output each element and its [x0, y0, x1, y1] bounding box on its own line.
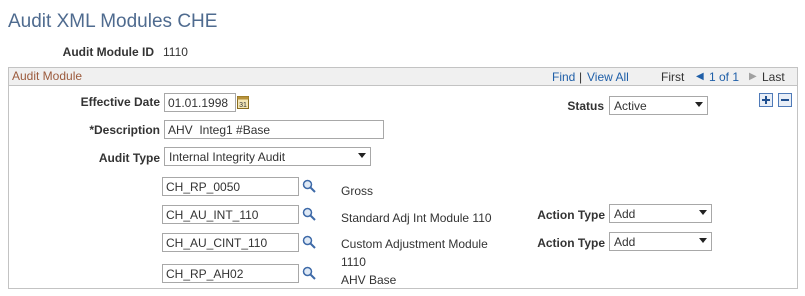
search-icon[interactable]	[302, 179, 316, 193]
audit-type-select[interactable]: Internal Integrity Audit	[164, 147, 371, 166]
action-type-select-2[interactable]: Add	[609, 204, 712, 223]
next-arrow-icon[interactable]: ▶	[749, 71, 757, 82]
module-description-3-line2: 1110	[341, 255, 366, 269]
description-label: *Description	[89, 123, 160, 137]
audit-type-select-value: Internal Integrity Audit	[169, 150, 286, 164]
chevron-down-icon	[699, 210, 707, 215]
module-description-3: Custom Adjustment Module	[341, 237, 488, 251]
action-type-value-2: Add	[614, 207, 636, 221]
module-code-input-2[interactable]	[162, 205, 299, 224]
action-type-value-3: Add	[614, 235, 636, 249]
first-link[interactable]: First	[661, 70, 684, 84]
nav-separator: |	[579, 70, 583, 84]
plus-icon	[762, 96, 770, 104]
chevron-down-icon	[699, 238, 707, 243]
module-code-input-3[interactable]	[162, 233, 299, 252]
effective-date-input[interactable]	[164, 93, 236, 112]
status-select-value: Active	[614, 99, 647, 113]
chevron-down-icon	[695, 102, 703, 107]
group-title: Audit Module	[12, 69, 83, 83]
search-icon[interactable]	[302, 235, 316, 249]
module-description-2: Standard Adj Int Module 110	[341, 211, 492, 225]
calendar-icon[interactable]: 31	[237, 95, 249, 109]
search-icon[interactable]	[302, 266, 316, 280]
audit-module-id-value: 1110	[163, 45, 188, 59]
search-icon[interactable]	[302, 207, 316, 221]
audit-type-label: Audit Type	[98, 151, 160, 165]
audit-module-id-label: Audit Module ID	[62, 45, 154, 59]
status-select[interactable]: Active	[609, 96, 708, 115]
previous-arrow-icon[interactable]: ◀	[696, 71, 704, 82]
module-description-1: Gross	[341, 184, 374, 198]
module-code-input-4[interactable]	[162, 264, 299, 283]
status-label: Status	[567, 99, 604, 113]
last-link[interactable]: Last	[762, 70, 785, 84]
add-row-button[interactable]	[759, 93, 773, 107]
find-link[interactable]: Find	[552, 70, 575, 84]
module-description-4: AHV Base	[341, 273, 397, 287]
effective-date-label: Effective Date	[80, 95, 160, 109]
minus-icon	[781, 99, 789, 101]
action-type-label-3: Action Type	[537, 236, 605, 250]
row-range: 1 of 1	[709, 70, 740, 84]
chevron-down-icon	[358, 153, 366, 158]
description-input[interactable]	[164, 120, 384, 139]
delete-row-button[interactable]	[778, 93, 792, 107]
view-all-link[interactable]: View All	[587, 70, 629, 84]
action-type-label-2: Action Type	[537, 208, 605, 222]
module-code-input-1[interactable]	[162, 177, 299, 196]
svg-text:31: 31	[239, 102, 247, 109]
action-type-select-3[interactable]: Add	[609, 232, 712, 251]
page-title: Audit XML Modules CHE	[8, 11, 218, 32]
